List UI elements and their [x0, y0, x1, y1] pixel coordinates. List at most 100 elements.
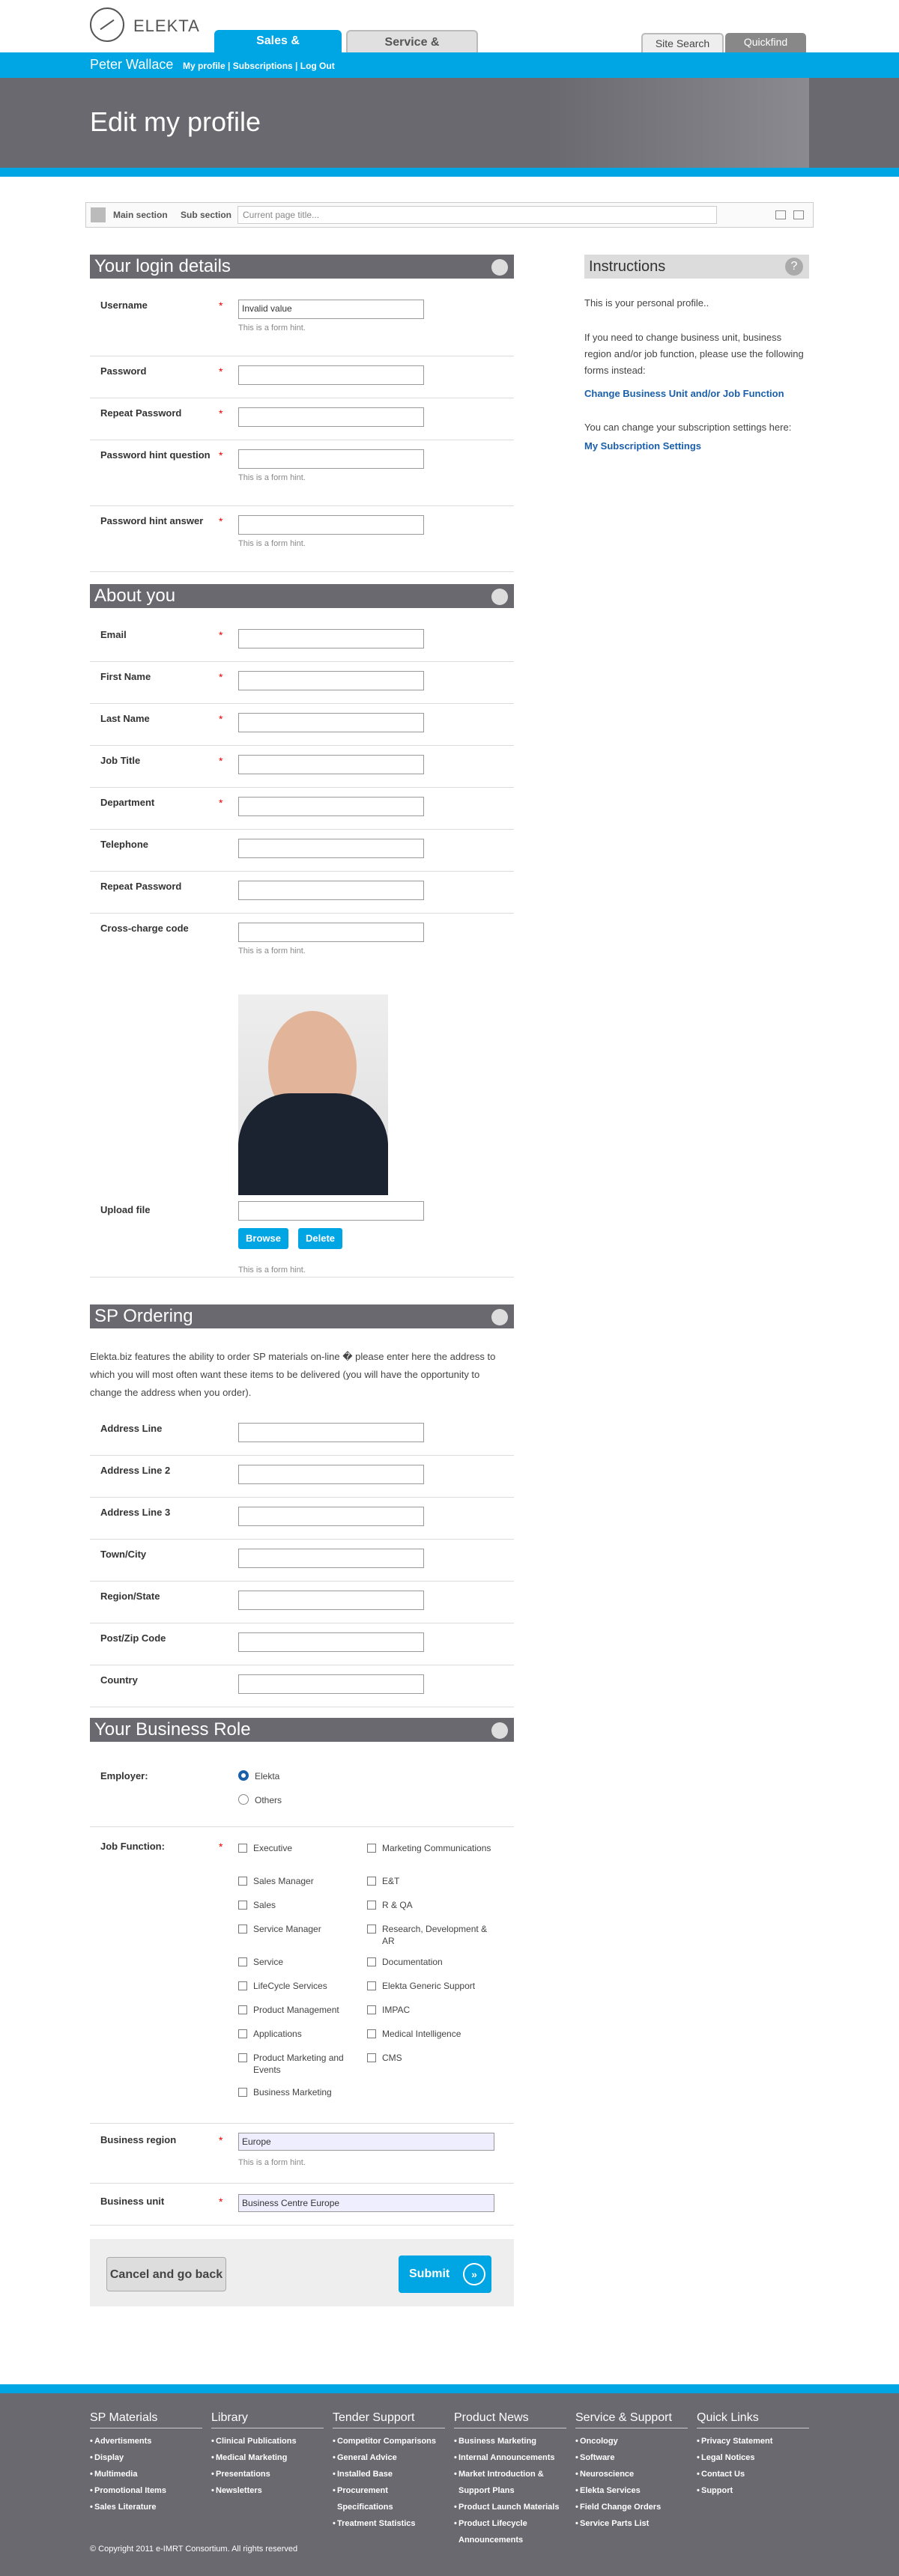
- region-input[interactable]: [238, 1591, 424, 1610]
- breadcrumb-sub[interactable]: Sub section: [181, 210, 231, 220]
- footer-link[interactable]: Business Marketing: [454, 2433, 566, 2449]
- footer-link[interactable]: Display: [90, 2449, 202, 2466]
- edit-icon[interactable]: [491, 1309, 508, 1325]
- tab-service-support[interactable]: Service & Support: [346, 30, 478, 71]
- subscription-settings-link[interactable]: My Subscription Settings: [584, 440, 701, 452]
- footer-link[interactable]: Product Lifecycle Announcements: [454, 2515, 566, 2548]
- footer-link[interactable]: Treatment Statistics: [333, 2515, 445, 2532]
- delete-button[interactable]: Delete: [298, 1228, 343, 1249]
- cancel-button[interactable]: Cancel and go back: [106, 2257, 226, 2291]
- footer-heading[interactable]: Product News: [454, 2411, 566, 2428]
- address-line-3-input[interactable]: [238, 1507, 424, 1526]
- footer-link[interactable]: Procurement Specifications: [333, 2482, 445, 2515]
- change-business-unit-link[interactable]: Change Business Unit and/or Job Function: [584, 388, 784, 399]
- last-name-input[interactable]: [238, 713, 424, 732]
- hint-question-input[interactable]: [238, 449, 424, 469]
- job-checkbox[interactable]: [238, 2029, 247, 2038]
- footer-link[interactable]: Service Parts List: [575, 2515, 688, 2532]
- footer-link[interactable]: Support: [697, 2482, 809, 2499]
- email-icon[interactable]: [775, 210, 786, 219]
- elekta-logo-icon[interactable]: [90, 7, 124, 42]
- address-line-input[interactable]: [238, 1423, 424, 1442]
- telephone-input[interactable]: [238, 839, 424, 858]
- username-input[interactable]: Invalid value: [238, 300, 424, 319]
- footer-link[interactable]: Product Launch Materials: [454, 2499, 566, 2515]
- footer-link[interactable]: Medical Marketing: [211, 2449, 324, 2466]
- job-checkbox[interactable]: [367, 1844, 376, 1853]
- quickfind-button[interactable]: Quickfind: [725, 33, 806, 52]
- footer-link[interactable]: Presentations: [211, 2466, 324, 2482]
- email-field[interactable]: [238, 629, 424, 648]
- hint-answer-input[interactable]: [238, 515, 424, 535]
- business-unit-select[interactable]: Business Centre Europe: [238, 2194, 494, 2212]
- footer-heading[interactable]: Tender Support: [333, 2411, 445, 2428]
- job-checkbox[interactable]: [367, 2053, 376, 2062]
- zip-input[interactable]: [238, 1632, 424, 1652]
- footer-link[interactable]: Newsletters: [211, 2482, 324, 2499]
- repeat-password-input[interactable]: [238, 407, 424, 427]
- footer-link[interactable]: Elekta Services: [575, 2482, 688, 2499]
- footer-link[interactable]: Privacy Statement: [697, 2433, 809, 2449]
- edit-icon[interactable]: [491, 259, 508, 276]
- employer-others-radio[interactable]: [238, 1794, 249, 1805]
- password-input[interactable]: [238, 365, 424, 385]
- footer-link[interactable]: Neuroscience: [575, 2466, 688, 2482]
- cross-charge-input[interactable]: [238, 923, 424, 942]
- footer-heading[interactable]: Quick Links: [697, 2411, 809, 2428]
- business-region-select[interactable]: Europe: [238, 2133, 494, 2151]
- footer-link[interactable]: Clinical Publications: [211, 2433, 324, 2449]
- footer-heading[interactable]: Service & Support: [575, 2411, 688, 2428]
- job-checkbox[interactable]: [367, 1901, 376, 1910]
- job-checkbox[interactable]: [367, 1957, 376, 1966]
- footer-link[interactable]: Internal Announcements: [454, 2449, 566, 2466]
- job-checkbox[interactable]: [238, 2053, 247, 2062]
- job-checkbox[interactable]: [238, 1877, 247, 1886]
- department-input[interactable]: [238, 797, 424, 816]
- footer-link[interactable]: Promotional Items: [90, 2482, 202, 2499]
- upload-input[interactable]: [238, 1201, 424, 1221]
- user-links[interactable]: My profile | Subscriptions | Log Out: [183, 61, 335, 71]
- browse-button[interactable]: Browse: [238, 1228, 288, 1249]
- job-checkbox[interactable]: [238, 1925, 247, 1933]
- job-checkbox[interactable]: [367, 1981, 376, 1990]
- footer-heading[interactable]: Library: [211, 2411, 324, 2428]
- job-checkbox[interactable]: [367, 2005, 376, 2014]
- home-icon[interactable]: [91, 207, 106, 222]
- footer-link[interactable]: Oncology: [575, 2433, 688, 2449]
- job-checkbox[interactable]: [238, 1901, 247, 1910]
- address-line-2-input[interactable]: [238, 1465, 424, 1484]
- job-checkbox[interactable]: [367, 1925, 376, 1933]
- edit-icon[interactable]: [491, 1722, 508, 1739]
- job-checkbox[interactable]: [238, 1844, 247, 1853]
- footer-link[interactable]: Field Change Orders: [575, 2499, 688, 2515]
- footer-link[interactable]: Software: [575, 2449, 688, 2466]
- print-icon[interactable]: [793, 210, 804, 219]
- employer-elekta-radio[interactable]: [238, 1770, 249, 1781]
- footer-link[interactable]: Contact Us: [697, 2466, 809, 2482]
- tab-sales-marketing[interactable]: Sales & Marketing: [214, 30, 342, 70]
- job-checkbox[interactable]: [238, 1957, 247, 1966]
- edit-icon[interactable]: [491, 589, 508, 605]
- breadcrumb-main[interactable]: Main section: [113, 210, 168, 220]
- job-checkbox[interactable]: [367, 1877, 376, 1886]
- job-title-input[interactable]: [238, 755, 424, 774]
- footer-link[interactable]: Sales Literature: [90, 2499, 202, 2515]
- help-icon[interactable]: ?: [785, 258, 803, 276]
- job-checkbox[interactable]: [238, 1981, 247, 1990]
- repeat-password-input[interactable]: [238, 881, 424, 900]
- footer-link[interactable]: Legal Notices: [697, 2449, 809, 2466]
- job-checkbox[interactable]: [238, 2088, 247, 2097]
- footer-link[interactable]: Market Introduction & Support Plans: [454, 2466, 566, 2499]
- footer-link[interactable]: Installed Base: [333, 2466, 445, 2482]
- footer-link[interactable]: General Advice: [333, 2449, 445, 2466]
- first-name-input[interactable]: [238, 671, 424, 690]
- footer-link[interactable]: Multimedia: [90, 2466, 202, 2482]
- submit-button[interactable]: Submit »: [399, 2255, 491, 2293]
- footer-link[interactable]: Advertisments: [90, 2433, 202, 2449]
- footer-link[interactable]: Competitor Comparisons: [333, 2433, 445, 2449]
- site-search-button[interactable]: Site Search: [641, 33, 724, 52]
- job-checkbox[interactable]: [238, 2005, 247, 2014]
- country-input[interactable]: [238, 1674, 424, 1694]
- footer-heading[interactable]: SP Materials: [90, 2411, 202, 2428]
- town-input[interactable]: [238, 1549, 424, 1568]
